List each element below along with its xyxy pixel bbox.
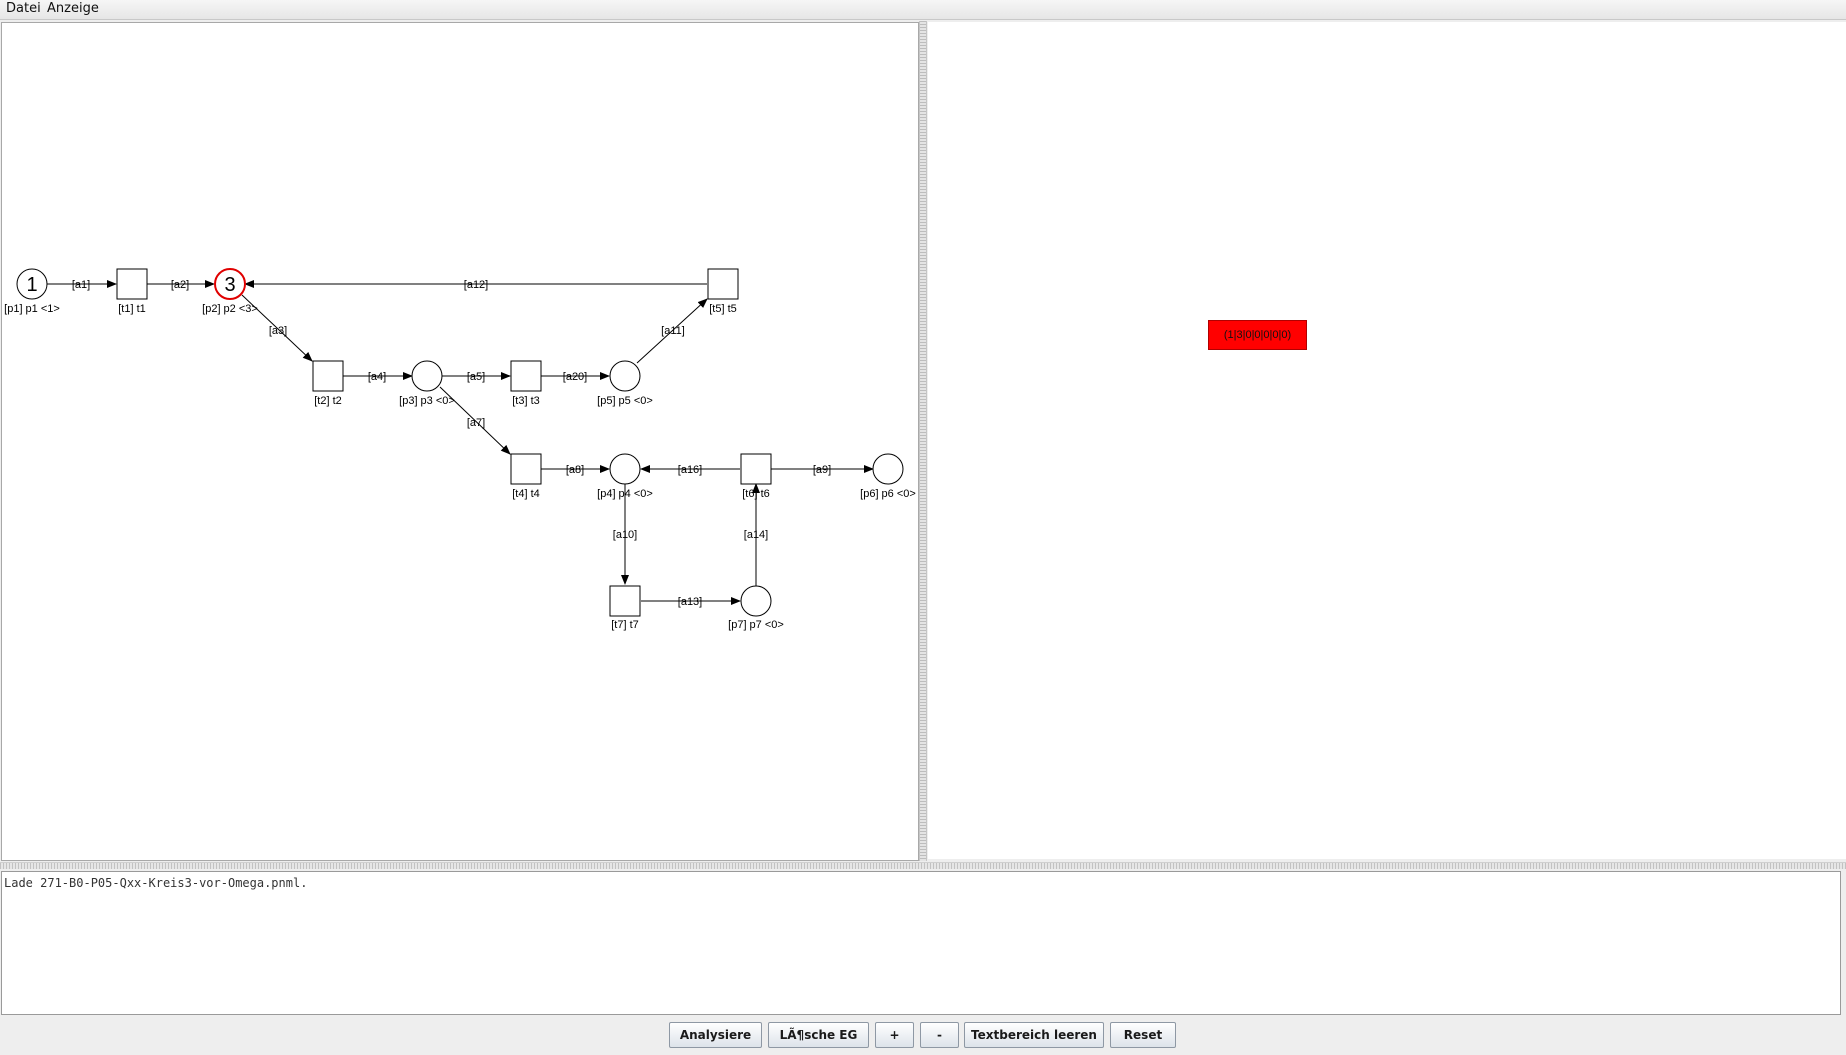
arc-label-a1: [a1]	[72, 279, 90, 291]
clear-text-button[interactable]: Textbereich leeren	[964, 1022, 1104, 1048]
menu-file[interactable]: Datei	[6, 1, 41, 17]
petri-net-graph: [a1] [a2] [a12] [a3] [a11] [a4] [a5] [a2…	[4, 268, 916, 631]
arc-label-a2: [a2]	[171, 279, 189, 291]
place-label-p1: [p1] p1 <1>	[4, 303, 60, 315]
place-label-p5: [p5] p5 <0>	[597, 395, 653, 407]
arc-label-a9: [a9]	[813, 464, 831, 476]
transition-t7[interactable]	[609, 585, 641, 617]
transition-t3[interactable]	[510, 360, 542, 392]
arc-label-a16: [a16]	[678, 464, 702, 476]
arc-label-a3: [a3]	[269, 325, 287, 337]
place-label-p2: [p2] p2 <3>	[202, 303, 258, 315]
delete-graph-button[interactable]: LÃ¶sche EG	[768, 1022, 869, 1048]
arc-label-a4: [a4]	[368, 371, 386, 383]
state-node-initial[interactable]: (1|3|0|0|0|0|0)	[1208, 320, 1307, 350]
transition-label-t4: [t4] t4	[512, 488, 540, 500]
place-p6[interactable]	[872, 453, 904, 485]
transition-label-t5: [t5] t5	[709, 303, 737, 315]
transition-label-t7: [t7] t7	[611, 619, 639, 631]
token-count-p1: 1	[26, 274, 37, 296]
split-pane-divider-horizontal[interactable]	[0, 862, 1846, 869]
place-p4[interactable]	[609, 453, 641, 485]
transition-t6[interactable]	[740, 453, 772, 485]
zoom-in-button[interactable]: +	[875, 1022, 914, 1048]
transition-t5[interactable]	[707, 268, 739, 300]
transition-label-t2: [t2] t2	[314, 395, 342, 407]
token-count-p2: 3	[224, 274, 235, 296]
place-label-p3: [p3] p3 <0>	[399, 395, 455, 407]
arc-label-a5: [a5]	[467, 371, 485, 383]
arc-label-a11: [a11]	[661, 325, 685, 337]
reset-button[interactable]: Reset	[1110, 1022, 1176, 1048]
menu-bar: Datei Anzeige	[0, 0, 1846, 20]
analyze-button[interactable]: Analysiere	[669, 1022, 762, 1048]
arc-label-a8: [a8]	[566, 464, 584, 476]
transition-label-t3: [t3] t3	[512, 395, 540, 407]
transition-t1[interactable]	[116, 268, 148, 300]
place-p3[interactable]	[411, 360, 443, 392]
transition-t4[interactable]	[510, 453, 542, 485]
arc-label-a10: [a10]	[613, 529, 637, 541]
button-bar: Analysiere LÃ¶sche EG + - Textbereich le…	[0, 1018, 1846, 1055]
arc-label-a12: [a12]	[464, 279, 488, 291]
log-text-area[interactable]: Lade 271-B0-P05-Qxx-Kreis3-vor-Omega.pnm…	[1, 871, 1841, 1015]
petri-net-canvas[interactable]: [a1] [a2] [a12] [a3] [a11] [a4] [a5] [a2…	[1, 22, 919, 861]
place-label-p7: [p7] p7 <0>	[728, 619, 784, 631]
transition-label-t1: [t1] t1	[118, 303, 146, 315]
place-p7[interactable]	[740, 585, 772, 617]
menu-view[interactable]: Anzeige	[47, 1, 99, 17]
transition-label-t6: [t6] t6	[742, 488, 770, 500]
arc-label-a20: [a20]	[563, 371, 587, 383]
place-p5[interactable]	[609, 360, 641, 392]
split-pane-divider-vertical[interactable]	[919, 21, 927, 861]
zoom-out-button[interactable]: -	[920, 1022, 959, 1048]
arc-label-a14: [a14]	[744, 529, 768, 541]
arc-label-a13: [a13]	[678, 596, 702, 608]
transition-t2[interactable]	[312, 360, 344, 392]
place-label-p6: [p6] p6 <0>	[860, 488, 916, 500]
place-label-p4: [p4] p4 <0>	[597, 488, 653, 500]
arc-label-a7: [a7]	[467, 417, 485, 429]
reachability-graph-canvas[interactable]: (1|3|0|0|0|0|0)	[928, 22, 1846, 859]
